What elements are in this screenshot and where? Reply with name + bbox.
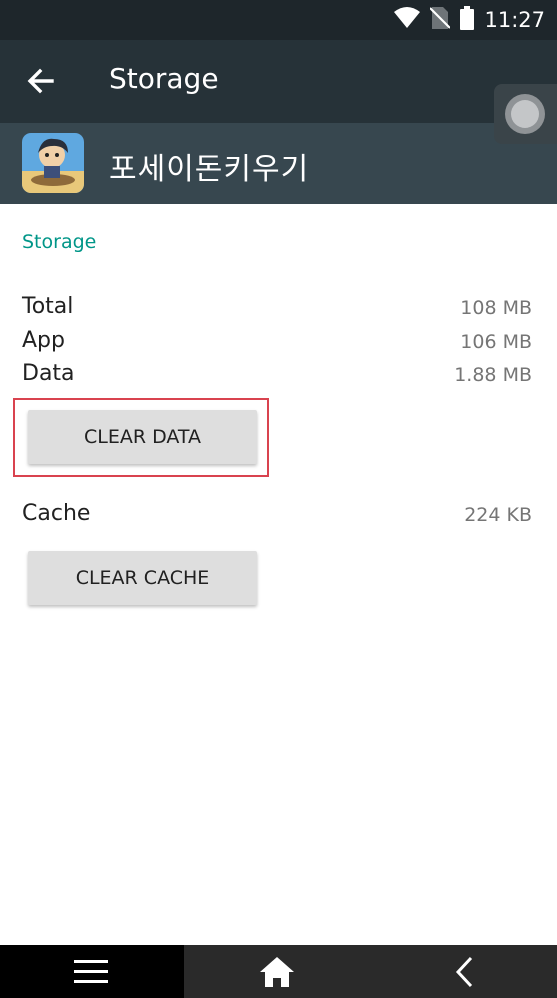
home-button[interactable]: [184, 945, 370, 998]
game-app-icon: [22, 133, 84, 193]
page-title: Storage: [109, 62, 219, 95]
cache-row: Cache 224 KB: [22, 501, 532, 533]
data-label: Data: [22, 361, 75, 386]
app-size-label: App: [22, 328, 65, 353]
clear-cache-button[interactable]: CLEAR CACHE: [28, 551, 257, 605]
data-row: Data 1.88 MB: [22, 361, 532, 393]
status-time: 11:27: [484, 8, 545, 32]
home-icon: [260, 957, 294, 991]
wifi-icon: [394, 7, 421, 33]
cache-label: Cache: [22, 501, 91, 526]
battery-icon: [460, 6, 475, 34]
storage-section-header: Storage: [22, 231, 97, 253]
app-header: 포세이돈키우기: [0, 123, 557, 204]
menu-icon: [74, 959, 108, 989]
menu-button[interactable]: [0, 945, 184, 998]
app-size-value: 106 MB: [460, 331, 532, 353]
app-name: 포세이돈키우기: [109, 152, 310, 187]
data-value: 1.88 MB: [454, 364, 532, 386]
total-value: 108 MB: [460, 297, 532, 319]
status-icons: 11:27: [394, 0, 545, 40]
status-bar: 11:27: [0, 0, 557, 40]
navigation-bar: [0, 945, 557, 998]
total-row: Total 108 MB: [22, 294, 532, 326]
cache-value: 224 KB: [464, 504, 532, 526]
assistive-touch-icon: [505, 94, 545, 134]
no-sim-icon: [429, 6, 452, 34]
back-nav-button[interactable]: [370, 945, 557, 998]
back-icon: [454, 956, 474, 992]
clear-data-button[interactable]: CLEAR DATA: [28, 410, 257, 464]
total-label: Total: [22, 294, 74, 319]
app-bar: Storage: [0, 40, 557, 123]
app-row: App 106 MB: [22, 328, 532, 360]
floating-assistive-button[interactable]: [494, 84, 557, 144]
arrow-back-icon: [22, 68, 58, 104]
back-button[interactable]: [22, 64, 58, 100]
